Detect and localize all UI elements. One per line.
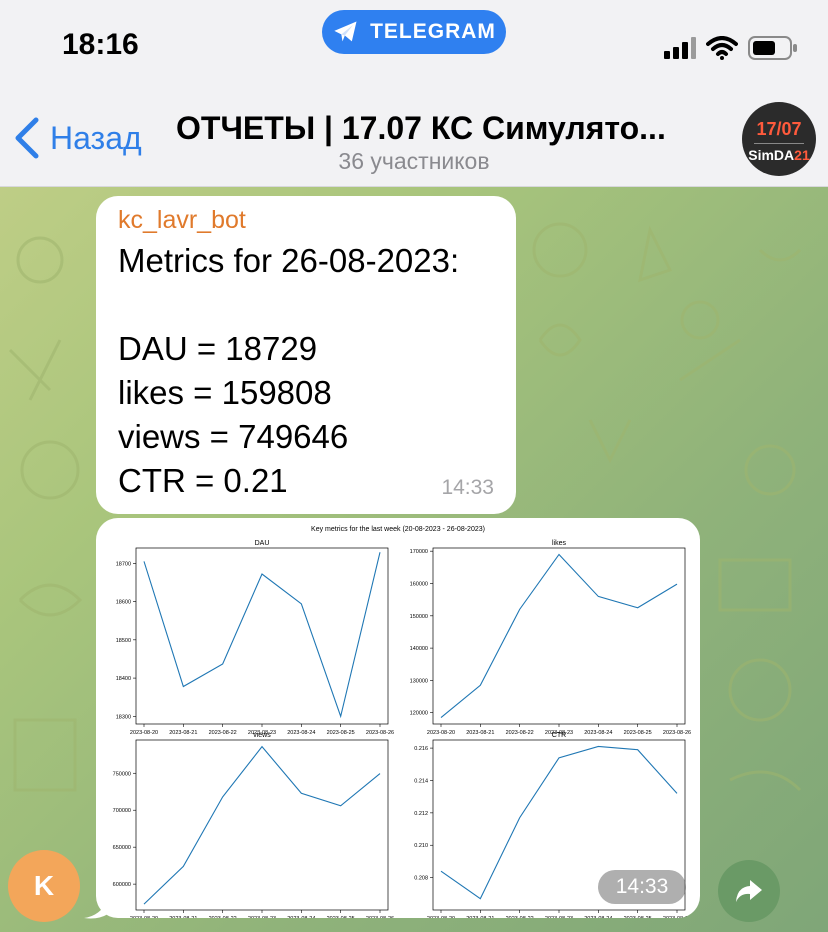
chat-members-count: 36 участников	[338, 148, 490, 174]
panel-title: views	[253, 732, 271, 739]
panel-title: CTR	[552, 732, 566, 739]
status-bar: 18:16 TELEGRAM	[0, 0, 828, 92]
y-tick-label: 600000	[113, 882, 131, 888]
x-tick-label: 2023-08-24	[287, 916, 315, 918]
avatar-date: 17/07	[756, 119, 802, 139]
y-tick-label: 130000	[410, 678, 428, 684]
chart-panel-dau: DAU 18300 18400 18500 18600 18700 2023-08-20 20…	[116, 540, 394, 736]
x-tick-label: 2023-08-24	[584, 916, 612, 918]
chart-panel-likes: likes 120000 130000 140000 150000 160000 17000…	[410, 540, 691, 736]
y-tick-label: 160000	[410, 582, 428, 588]
x-tick-label: 2023-08-26	[366, 916, 394, 918]
message-line: Metrics for 26-08-2023:	[118, 242, 460, 279]
x-tick-label: 2023-08-20	[427, 730, 455, 736]
message-sender[interactable]: kc_lavr_bot	[118, 206, 246, 235]
wifi-icon	[706, 36, 738, 60]
x-tick-label: 2023-08-26	[663, 916, 691, 918]
x-tick-label: 2023-08-20	[427, 916, 455, 918]
chat-header: Назад ОТЧЕТЫ | 17.07 КС Симулято... 36 у…	[0, 92, 828, 187]
y-tick-label: 0.210	[414, 843, 428, 849]
y-tick-label: 0.212	[414, 811, 428, 817]
message-bubble[interactable]: kc_lavr_bot Metrics for 26-08-2023: DAU …	[96, 196, 516, 514]
image-time: 14:33	[598, 870, 686, 904]
x-tick-label: 2023-08-21	[466, 730, 494, 736]
x-tick-label: 2023-08-24	[287, 730, 315, 736]
y-tick-label: 750000	[113, 771, 131, 777]
message-line: likes = 159808	[118, 374, 332, 411]
battery-icon	[748, 36, 797, 60]
x-tick-label: 2023-08-26	[366, 730, 394, 736]
x-tick-label: 2023-08-20	[130, 730, 158, 736]
x-tick-label: 2023-08-26	[663, 730, 691, 736]
telegram-label: TELEGRAM	[370, 20, 496, 43]
x-tick-label: 2023-08-25	[624, 916, 652, 918]
chart-main-title: Key metrics for the last week (20-08-202…	[311, 526, 485, 533]
chat-avatar[interactable]: 17/07 SimDA21	[742, 102, 816, 176]
message-line: DAU = 18729	[118, 330, 318, 367]
sender-avatar[interactable]: K	[8, 850, 80, 922]
chart-panel-views: views 600000 650000 700000 750000 2023-08-20 2…	[113, 732, 394, 918]
image-message[interactable]: Key metrics for the last week (20-08-202…	[96, 518, 700, 918]
y-tick-label: 18700	[116, 561, 131, 567]
message-time: 14:33	[441, 476, 494, 499]
y-tick-label: 120000	[410, 711, 428, 717]
x-tick-label: 2023-08-21	[169, 916, 197, 918]
y-tick-label: 170000	[410, 549, 428, 555]
x-tick-label: 2023-08-25	[624, 730, 652, 736]
y-tick-label: 18400	[116, 676, 131, 682]
x-tick-label: 2023-08-24	[584, 730, 612, 736]
x-tick-label: 2023-08-22	[209, 730, 237, 736]
panel-title: DAU	[255, 540, 270, 547]
y-tick-label: 18300	[116, 714, 131, 720]
y-tick-label: 0.216	[414, 746, 428, 752]
x-tick-label: 2023-08-22	[506, 730, 534, 736]
y-tick-label: 0.214	[414, 778, 428, 784]
x-tick-label: 2023-08-25	[327, 730, 355, 736]
message-line: views = 749646	[118, 418, 349, 455]
telegram-return-pill[interactable]: TELEGRAM	[322, 10, 506, 54]
avatar-brand: SimDA21	[748, 147, 810, 163]
y-tick-label: 0.208	[414, 876, 428, 882]
y-tick-label: 18600	[116, 600, 131, 606]
metrics-chart-image: Key metrics for the last week (20-08-202…	[113, 526, 691, 918]
x-tick-label: 2023-08-21	[466, 916, 494, 918]
x-tick-label: 2023-08-21	[169, 730, 197, 736]
x-tick-label: 2023-08-23	[545, 916, 573, 918]
y-tick-label: 150000	[410, 614, 428, 620]
x-tick-label: 2023-08-22	[506, 916, 534, 918]
x-tick-label: 2023-08-25	[327, 916, 355, 918]
panel-title: likes	[552, 540, 567, 547]
y-tick-label: 700000	[113, 808, 131, 814]
x-tick-label: 2023-08-23	[248, 916, 276, 918]
x-tick-label: 2023-08-20	[130, 916, 158, 918]
share-arrow-icon	[736, 880, 762, 902]
y-tick-label: 18500	[116, 638, 131, 644]
telegram-plane-icon	[334, 21, 357, 42]
cellular-signal-icon	[664, 37, 696, 59]
status-time: 18:16	[62, 28, 139, 61]
y-tick-label: 650000	[113, 845, 131, 851]
x-tick-label: 2023-08-22	[209, 916, 237, 918]
status-icons	[664, 36, 798, 60]
share-button[interactable]	[718, 860, 780, 922]
y-tick-label: 140000	[410, 646, 428, 652]
chat-title[interactable]: ОТЧЕТЫ | 17.07 КС Симулято...	[176, 110, 716, 147]
message-line: CTR = 0.21	[118, 462, 288, 499]
bubble-tail	[84, 900, 108, 919]
